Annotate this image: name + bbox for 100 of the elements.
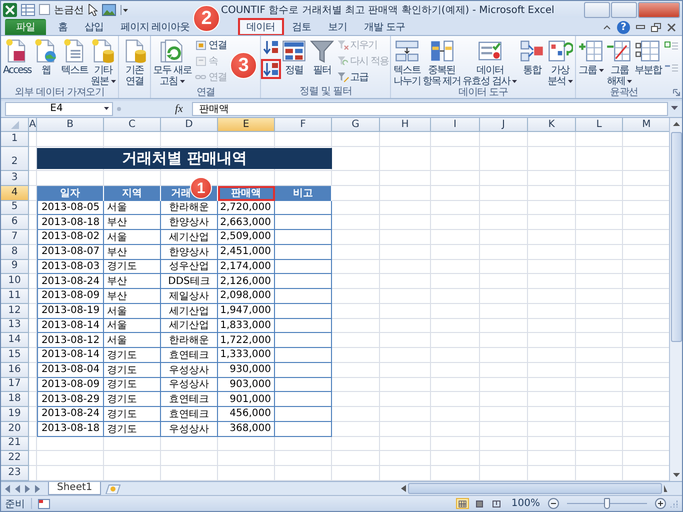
minimize-icon[interactable] (636, 24, 645, 30)
zoom-out-button[interactable] (548, 498, 559, 509)
row-header[interactable]: 15 (1, 348, 29, 363)
ribbon-tab[interactable]: 개발 도구 (356, 18, 413, 35)
up-arrow-icon[interactable] (672, 122, 680, 126)
row-header[interactable]: 9 (1, 260, 29, 274)
view-button[interactable] (490, 498, 504, 509)
help-button[interactable]: ? (617, 20, 630, 34)
column-header[interactable]: I (431, 118, 480, 132)
row-header[interactable]: 16 (1, 362, 29, 378)
close-button[interactable] (638, 2, 680, 18)
row-header[interactable]: 10 (1, 274, 29, 289)
ribbon-button[interactable]: 연결 (194, 38, 228, 53)
ribbon-button[interactable]: 중복된 항목 제거 (421, 38, 462, 87)
ribbon-button[interactable]: 부분합 (634, 38, 663, 76)
column-header[interactable]: C (104, 118, 161, 132)
zoom-in-button[interactable] (655, 498, 666, 509)
dialog-launcher-icon[interactable] (673, 88, 680, 96)
group-label: 정렬 및 필터 (298, 86, 353, 98)
ribbon-button[interactable]: 기타 원본 (89, 38, 118, 87)
checkbox-icon[interactable] (39, 4, 50, 16)
formula-input[interactable]: 판매액 (192, 102, 668, 116)
slider-thumb[interactable] (604, 498, 610, 509)
ribbon-button[interactable]: 그룹 (577, 38, 606, 76)
column-header[interactable]: J (480, 118, 528, 132)
close-icon[interactable] (667, 22, 676, 32)
table-icon[interactable] (21, 4, 35, 16)
ribbon-button[interactable]: 고급 (336, 70, 370, 85)
column-header[interactable]: F (275, 118, 332, 132)
restore-icon[interactable] (651, 22, 661, 32)
ribbon-button[interactable]: 데이터 유효성 검사 (462, 38, 518, 87)
ribbon-button[interactable]: 텍스트 (60, 38, 90, 76)
row-header[interactable]: 5 (1, 200, 29, 216)
row-header[interactable]: 17 (1, 378, 29, 392)
insert-sheet-icon[interactable] (105, 484, 122, 494)
column-header[interactable]: G (332, 118, 380, 132)
right-arrow-icon[interactable] (664, 485, 669, 492)
ribbon-button[interactable]: 모두 새로 고침 (152, 38, 192, 87)
ribbon-button[interactable]: 기존 연결 (120, 38, 149, 87)
ribbon-tab[interactable]: 보기 (320, 18, 356, 35)
collapse-ribbon-icon[interactable] (603, 24, 611, 30)
row-header[interactable]: 2 (1, 147, 29, 171)
expand-icon[interactable] (671, 106, 678, 112)
column-header[interactable]: D (161, 118, 218, 132)
column-header[interactable]: L (576, 118, 623, 132)
row-header[interactable]: 7 (1, 230, 29, 245)
vertical-scrollbar[interactable] (669, 118, 682, 481)
column-header[interactable]: B (37, 118, 104, 132)
cursor-icon[interactable] (88, 4, 98, 16)
minimize-button[interactable] (584, 2, 610, 18)
ribbon-button[interactable]: 필터 (308, 38, 336, 76)
ribbon-button[interactable]: Access (2, 38, 32, 76)
row-header[interactable]: 8 (1, 244, 29, 260)
row-header[interactable]: 1 (1, 132, 29, 147)
row-header[interactable]: 21 (1, 436, 29, 452)
row-header[interactable]: 18 (1, 392, 29, 407)
ribbon-tab[interactable]: 데이터 (238, 18, 284, 35)
maximize-button[interactable] (611, 2, 637, 18)
ribbon-tab[interactable]: 검토 (284, 18, 320, 35)
row-header[interactable]: 19 (1, 407, 29, 422)
row-header[interactable]: 3 (1, 171, 29, 186)
name-box[interactable]: E4 (5, 102, 113, 116)
column-header[interactable]: K (528, 118, 576, 132)
row-header[interactable]: 4 (1, 186, 29, 200)
file-menu-tab[interactable]: 파일 (5, 18, 46, 35)
quick-access-label[interactable]: 논금선 (54, 2, 84, 17)
insert-function-button[interactable]: fx (169, 102, 189, 115)
row-header[interactable]: 11 (1, 289, 29, 304)
ribbon-button[interactable]: 통합 (518, 38, 546, 76)
row-header[interactable]: 23 (1, 466, 29, 481)
row-header[interactable]: 13 (1, 318, 29, 334)
ribbon-tab[interactable]: 삽입 (76, 18, 112, 35)
ribbon-tab[interactable]: 홈 (50, 18, 76, 35)
row-header[interactable]: 20 (1, 422, 29, 436)
column-header[interactable]: E (218, 118, 275, 132)
column-header[interactable]: H (380, 118, 431, 132)
page-break-icon (492, 500, 502, 508)
caret-icon[interactable] (120, 4, 128, 15)
column-header[interactable]: M (623, 118, 669, 132)
scrollbar-thumb[interactable] (670, 132, 682, 342)
ribbon-button[interactable]: 그룹 해제 (605, 38, 634, 87)
column-header[interactable]: A (29, 118, 37, 132)
resize-grip-icon[interactable] (670, 500, 678, 508)
left-arrow-icon[interactable] (401, 485, 406, 492)
sort-button[interactable] (262, 60, 280, 78)
ribbon-button[interactable]: 텍스트 나누기 (392, 38, 422, 87)
row-header[interactable]: 14 (1, 333, 29, 348)
sheet-tab[interactable]: Sheet1 (48, 482, 102, 495)
ribbon-button[interactable]: 웹 (32, 38, 60, 76)
spreadsheet-icon[interactable] (3, 2, 17, 17)
macro-record-icon[interactable] (38, 498, 50, 508)
view-button[interactable] (456, 498, 470, 509)
row-header[interactable]: 6 (1, 215, 29, 230)
zoom-level[interactable]: 100% (511, 498, 540, 509)
ribbon-button[interactable]: 가상 분석 (546, 38, 574, 87)
ribbon-button[interactable]: 정렬 (280, 38, 308, 76)
row-header[interactable]: 22 (1, 451, 29, 466)
row-header[interactable]: 12 (1, 304, 29, 318)
image-icon[interactable] (102, 4, 116, 16)
down-arrow-icon[interactable] (672, 473, 680, 477)
